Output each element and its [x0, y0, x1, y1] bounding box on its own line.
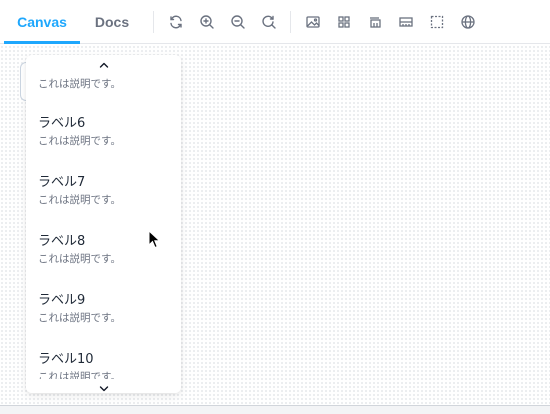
select-dropdown: これは説明です。 ラベル6 これは説明です。 ラベル7 これは説明です。 ラベル… [26, 55, 181, 393]
option-label: ラベル10 [38, 352, 94, 367]
photo-icon[interactable] [303, 12, 323, 32]
bottom-panel-edge [0, 405, 550, 414]
list-item[interactable]: ラベル6 これは説明です。 [26, 111, 181, 170]
option-label: ラベル9 [38, 293, 86, 308]
scroll-down-button[interactable] [26, 379, 181, 393]
toolbar-divider [290, 10, 291, 33]
toolbar: Canvas Docs [0, 0, 550, 44]
list-item[interactable]: ラベル9 これは説明です。 [26, 288, 181, 347]
measure-icon[interactable] [427, 12, 447, 32]
option-description: これは説明です。 [38, 135, 121, 147]
chevron-up-icon [99, 55, 109, 72]
tab-canvas[interactable]: Canvas [4, 0, 80, 44]
zoom-out-icon[interactable] [228, 12, 248, 32]
ruler-icon[interactable] [396, 12, 416, 32]
option-label: ラベル8 [38, 234, 86, 249]
scroll-up-button[interactable] [26, 55, 181, 69]
option-description: これは説明です。 [38, 78, 121, 90]
storybook-frame: Canvas Docs これは説明です。 ラベル6 これは説明です。 ラベル7 … [0, 0, 550, 414]
option-description: これは説明です。 [38, 194, 121, 206]
grid-icon[interactable] [334, 12, 354, 32]
option-description: これは説明です。 [38, 253, 121, 265]
option-label: ラベル6 [38, 116, 86, 131]
toolbar-divider [153, 10, 154, 33]
globe-icon[interactable] [458, 12, 478, 32]
mouse-cursor-icon [148, 229, 162, 250]
option-description: これは説明です。 [38, 312, 121, 324]
list-item[interactable]: ラベル7 これは説明です。 [26, 170, 181, 229]
zoom-reset-icon[interactable] [259, 12, 279, 32]
outline-icon[interactable] [365, 12, 385, 32]
option-label: ラベル7 [38, 175, 86, 190]
zoom-in-icon[interactable] [197, 12, 217, 32]
tab-docs[interactable]: Docs [80, 0, 144, 44]
sync-icon[interactable] [166, 12, 186, 32]
chevron-down-icon [99, 377, 109, 394]
